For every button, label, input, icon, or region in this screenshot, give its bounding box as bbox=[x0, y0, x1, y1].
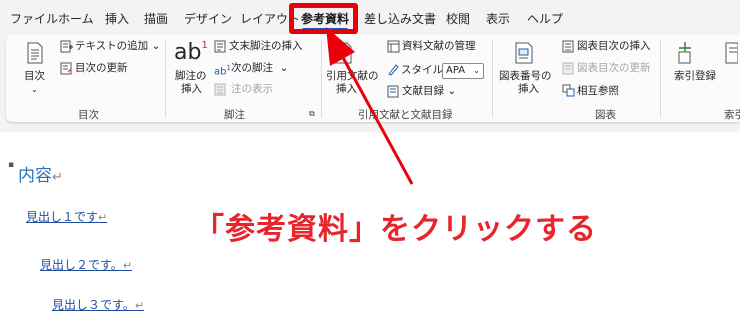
callout-text: 「参考資料」をクリックする bbox=[194, 212, 597, 247]
annotation-arrow bbox=[326, 27, 414, 185]
